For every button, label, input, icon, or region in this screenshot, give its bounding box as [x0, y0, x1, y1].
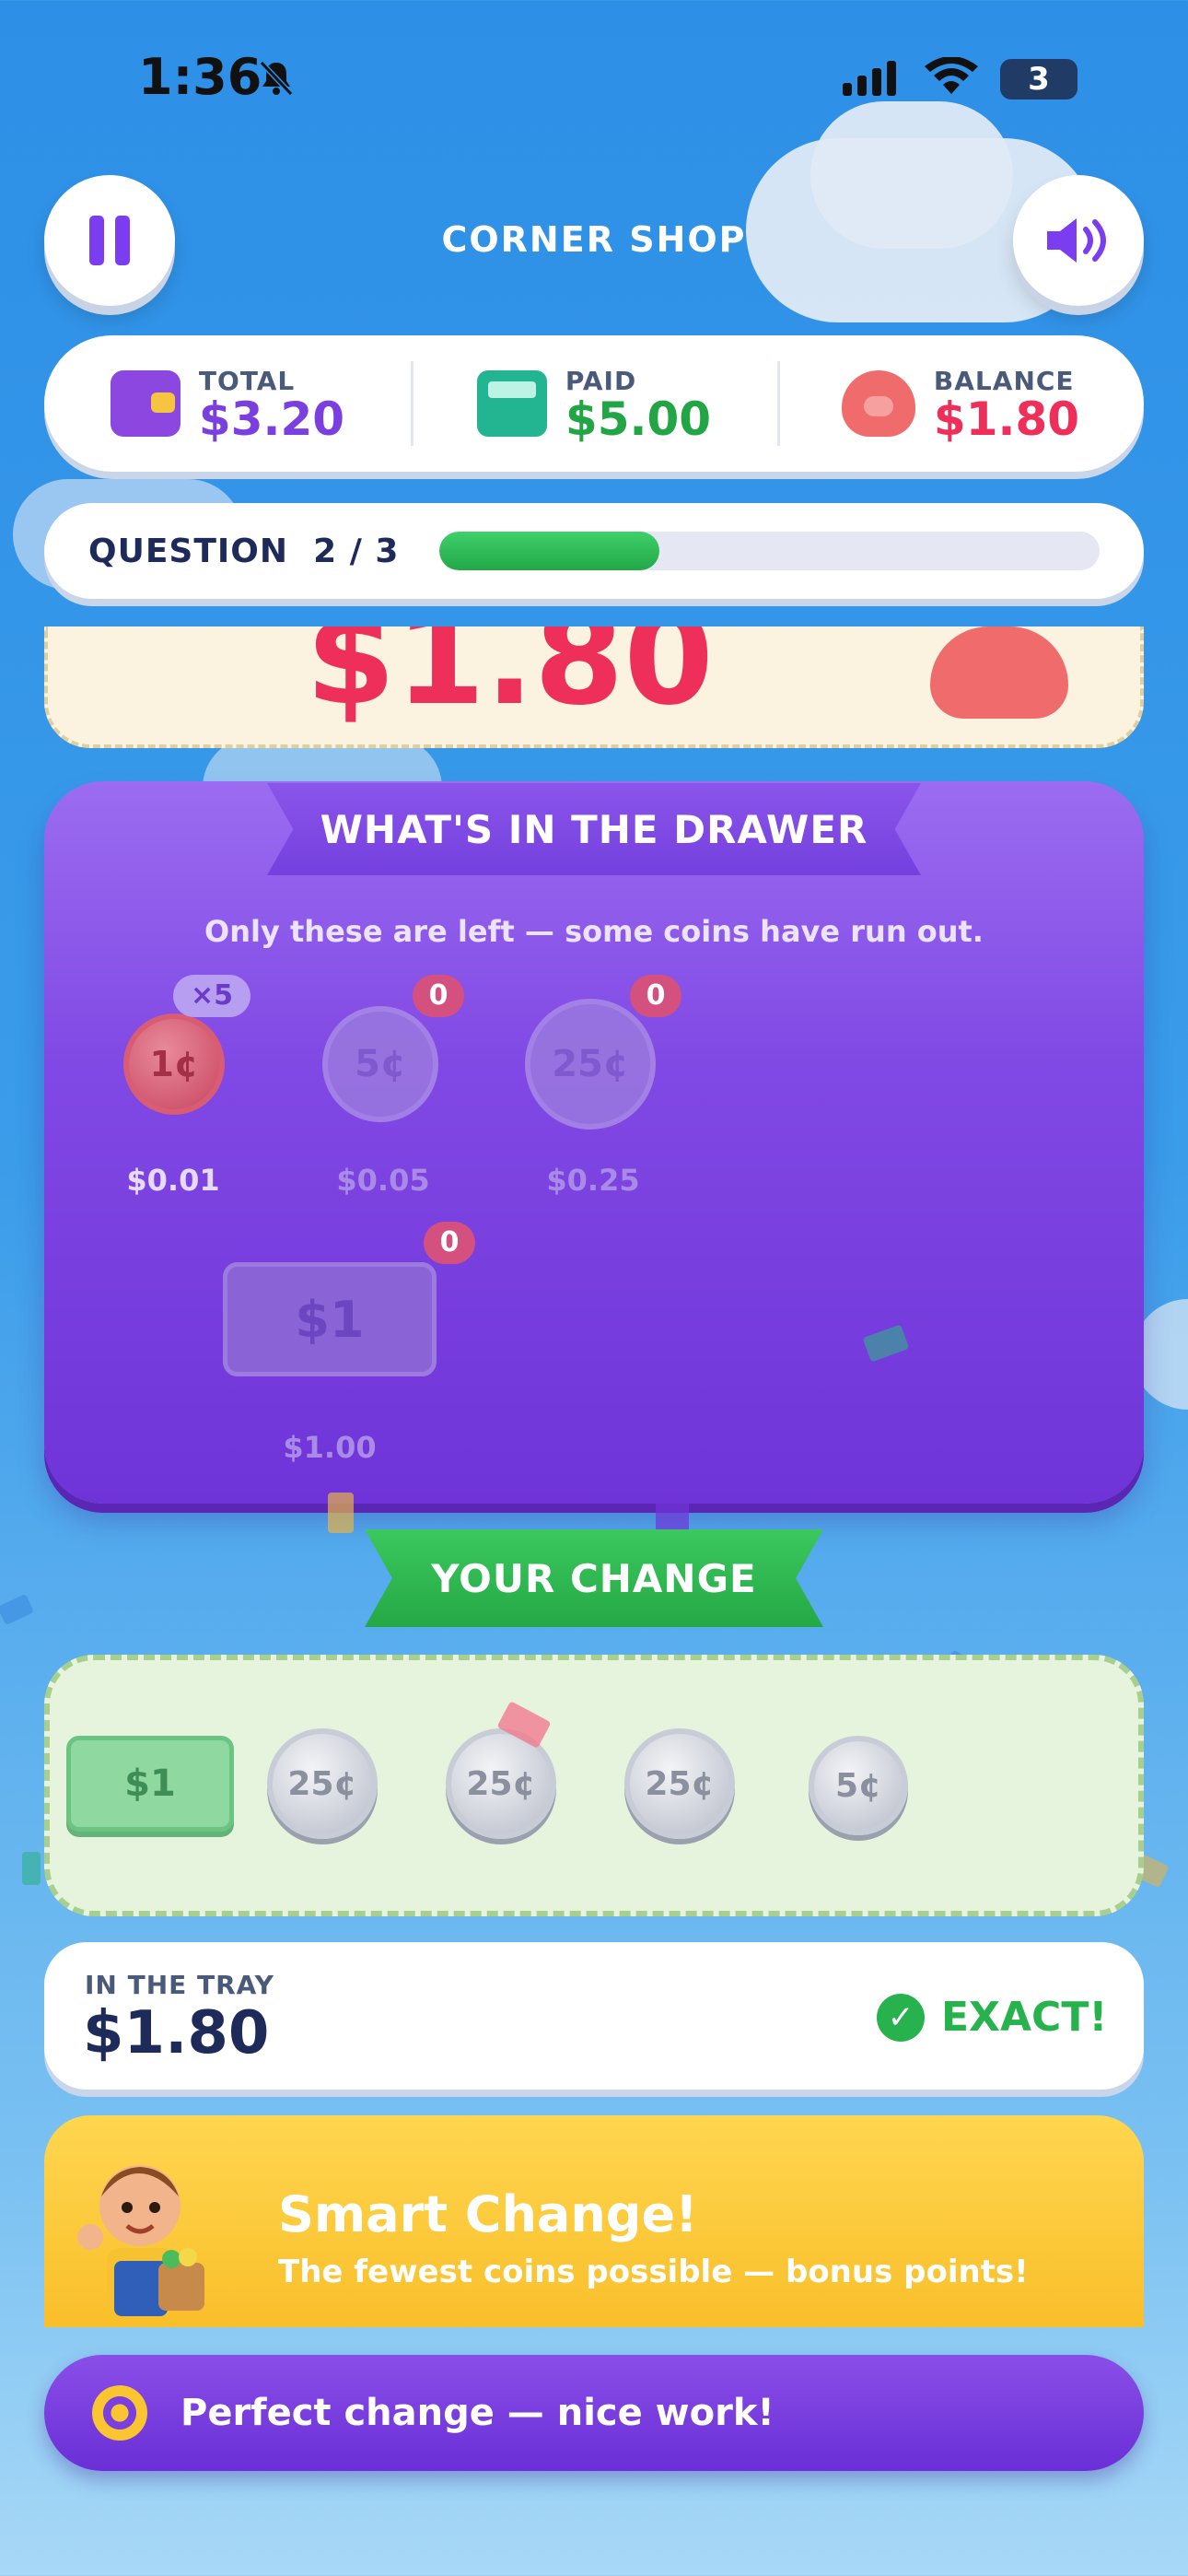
wallet-icon: [110, 370, 181, 437]
bill-face-label: $1: [295, 1290, 365, 1349]
bill-1-dollar-button[interactable]: $1: [223, 1262, 437, 1376]
tray-bill-1-dollar[interactable]: $1: [66, 1736, 234, 1832]
drawer-panel: [44, 781, 1144, 1504]
coin-value-label: $0.05: [336, 1163, 430, 1198]
sound-button[interactable]: [1013, 175, 1144, 306]
shopkeeper-kid-icon: [77, 2165, 204, 2316]
exact-status: EXACT!: [941, 1994, 1108, 2041]
question-progress-bar: QUESTION 2 / 3: [44, 503, 1144, 599]
coin-face-label: 5¢: [834, 1766, 882, 1805]
cellular-signal-icon: [843, 61, 896, 96]
smart-change-title: Smart Change!: [278, 2185, 698, 2243]
question-label: QUESTION 2 / 3: [88, 533, 399, 570]
coin-25c-button[interactable]: 25¢: [525, 999, 656, 1130]
bill-face-label: $1: [124, 1762, 176, 1805]
stat-total-value: $3.20: [198, 392, 345, 446]
tray-coin-25c[interactable]: 25¢: [624, 1728, 735, 1839]
stat-total: TOTAL $3.20: [44, 335, 411, 472]
question-label-text: QUESTION: [88, 532, 289, 570]
count-badge: 0: [413, 975, 464, 1017]
stat-paid-value: $5.00: [565, 392, 712, 446]
confetti-piece: [22, 1852, 41, 1885]
status-time: 1:36: [138, 48, 262, 106]
count-badge: 0: [630, 975, 681, 1017]
your-change-title: YOUR CHANGE: [365, 1529, 823, 1627]
bell-muted-icon: [259, 60, 294, 97]
stat-paid: PAID $5.00: [411, 335, 777, 472]
tray-coin-5c[interactable]: 5¢: [809, 1736, 908, 1835]
wifi-icon: [925, 57, 978, 94]
drawer-subtitle: Only these are left — some coins have ru…: [204, 914, 984, 949]
feedback-message: Perfect change — nice work!: [181, 2392, 775, 2434]
coin-value-label: $1.00: [283, 1430, 377, 1465]
battery-indicator: 3: [1000, 59, 1077, 100]
piggy-bank-icon: [930, 626, 1068, 719]
question-progress-text: 2 / 3: [313, 532, 400, 570]
count-badge: 0: [424, 1222, 475, 1264]
progress-fill: [439, 532, 660, 570]
tray-total-label: IN THE TRAY: [85, 1970, 274, 2000]
count-badge: ×5: [173, 975, 250, 1017]
speaker-icon: [1047, 218, 1106, 263]
coin-face-label: 25¢: [645, 1764, 715, 1803]
stat-total-label: TOTAL: [198, 365, 296, 396]
check-icon: ✓: [877, 1994, 925, 2042]
coin-face-label: 25¢: [287, 1764, 357, 1803]
page-title: CORNER SHOP: [441, 219, 747, 260]
coin-face-label: 25¢: [466, 1764, 536, 1803]
cash-register-icon: [476, 370, 547, 437]
confetti-piece: [0, 1593, 35, 1626]
coin-face-label: 1¢: [149, 1044, 199, 1084]
confetti-piece: [328, 1493, 354, 1533]
drawer-title: WHAT'S IN THE DRAWER: [267, 783, 921, 875]
tray-coin-25c[interactable]: 25¢: [446, 1728, 556, 1839]
coin-face-label: 25¢: [552, 1043, 629, 1085]
stat-balance-label: BALANCE: [933, 365, 1075, 396]
tray-coin-25c[interactable]: 25¢: [267, 1728, 378, 1839]
balance-due-amount: $1.80: [306, 626, 714, 734]
tray-total-value: $1.80: [83, 1999, 270, 2067]
stat-paid-label: PAID: [565, 365, 637, 396]
coin-5c-button[interactable]: 5¢: [322, 1006, 438, 1122]
coin-value-label: $0.25: [546, 1163, 640, 1198]
coin-1c-button[interactable]: 1¢: [123, 1013, 225, 1115]
smart-change-subtitle: The fewest coins possible — bonus points…: [278, 2254, 1029, 2290]
feedback-toast: Perfect change — nice work!: [44, 2355, 1144, 2471]
piggy-bank-icon: [841, 370, 915, 437]
stat-balance-value: $1.80: [933, 392, 1080, 446]
coin-face-label: 5¢: [355, 1043, 406, 1085]
stat-balance: BALANCE $1.80: [777, 335, 1144, 472]
stats-bar: TOTAL $3.20 PAID $5.00 BALANCE $1.80: [44, 335, 1144, 472]
progress-track: [439, 532, 1100, 570]
target-icon: [92, 2385, 147, 2441]
tray-total-card: IN THE TRAY $1.80 ✓ EXACT!: [44, 1942, 1144, 2090]
coin-value-label: $0.01: [126, 1163, 220, 1198]
